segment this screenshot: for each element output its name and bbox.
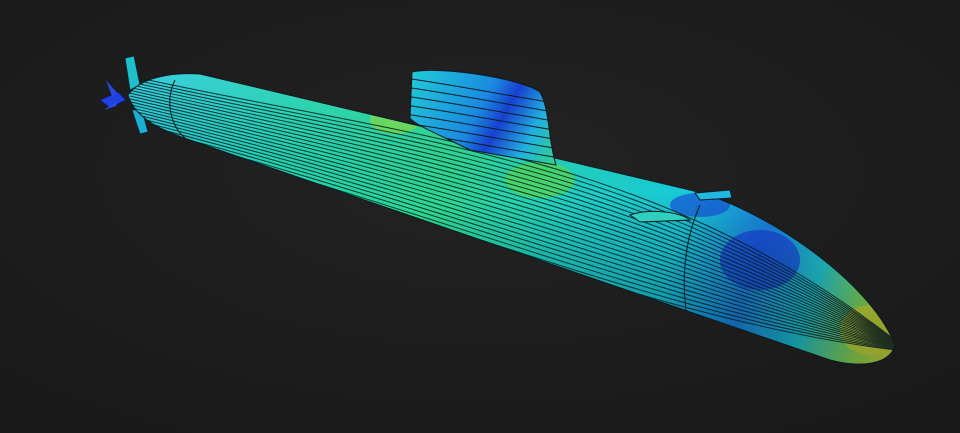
submarine-render-viewport[interactable] xyxy=(0,0,960,433)
